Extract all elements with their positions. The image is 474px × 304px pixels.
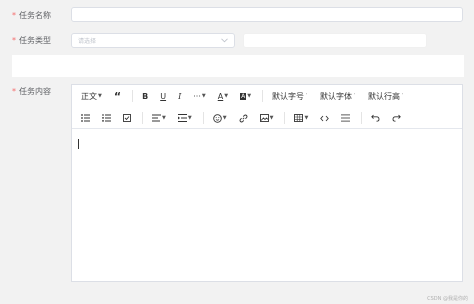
toolbar-divider — [361, 112, 363, 124]
caret-down-icon: ▼ — [224, 93, 229, 99]
toolbar-divider — [284, 112, 286, 124]
bulleted-list-button[interactable] — [76, 110, 95, 126]
watermark: CSDN @我是你的 — [427, 296, 468, 302]
caret-down-icon: ˙ — [305, 92, 309, 100]
line-height-dropdown[interactable]: 默认行高 ˙ — [363, 88, 409, 104]
indent-dropdown[interactable]: ▼ — [173, 110, 197, 126]
undo-button[interactable] — [366, 110, 385, 126]
background-color-icon: A — [240, 92, 247, 100]
image-icon — [259, 114, 269, 122]
italic-icon: I — [178, 91, 182, 101]
code-block-button[interactable] — [315, 110, 334, 126]
task-type-label: * 任务类型 — [12, 35, 51, 46]
code-icon — [320, 115, 330, 121]
bold-button[interactable]: B — [137, 88, 153, 104]
font-family-label: 默认字体 — [320, 91, 353, 101]
background-color-dropdown[interactable]: A ▼ — [235, 88, 256, 104]
task-type-label-text: 任务类型 — [19, 36, 51, 45]
insert-table-dropdown[interactable]: ▼ — [289, 110, 313, 126]
font-size-label: 默认字号 — [272, 91, 305, 101]
toolbar-row-2: ▼ ▼ ▼ ▼ ▼ — [72, 107, 462, 129]
redo-icon — [392, 114, 402, 122]
task-type-extra-field[interactable] — [243, 33, 427, 48]
toolbar-divider — [132, 90, 134, 102]
underline-button[interactable]: U — [155, 88, 171, 104]
toolbar-row-1: 正文 ▼ “ B U I ··· ▼ A ▼ A ▼ 默认字号 ˙ 默认字体 ˙… — [72, 85, 462, 107]
task-name-input[interactable] — [71, 7, 463, 22]
insert-link-button[interactable] — [234, 110, 253, 126]
task-type-placeholder: 请选择 — [78, 38, 97, 45]
task-content-label: * 任务内容 — [12, 86, 51, 97]
text-cursor — [78, 139, 79, 149]
numbered-list-icon — [102, 114, 111, 122]
font-color-dropdown[interactable]: A ▼ — [213, 88, 233, 104]
task-type-select[interactable]: 请选择 — [71, 33, 235, 48]
caret-down-icon: ˙ — [401, 92, 405, 100]
align-dropdown[interactable]: ▼ — [147, 110, 171, 126]
task-name-label-text: 任务名称 — [19, 11, 51, 20]
rich-text-editor: 正文 ▼ “ B U I ··· ▼ A ▼ A ▼ 默认字号 ˙ 默认字体 ˙… — [71, 84, 463, 282]
underline-icon: U — [160, 91, 167, 101]
numbered-list-button[interactable] — [97, 110, 116, 126]
caret-down-icon: ▼ — [187, 115, 192, 121]
task-content-label-text: 任务内容 — [19, 87, 51, 96]
caret-down-icon: ▼ — [98, 93, 102, 99]
chevron-down-icon — [220, 37, 228, 45]
insert-image-dropdown[interactable]: ▼ — [255, 110, 279, 126]
required-mark: * — [12, 87, 16, 96]
font-size-dropdown[interactable]: 默认字号 ˙ — [267, 88, 313, 104]
caret-down-icon: ▼ — [162, 115, 166, 121]
paragraph-format-label: 正文 — [81, 91, 97, 101]
indent-icon — [177, 114, 187, 122]
emoji-icon — [212, 113, 222, 123]
blockquote-button[interactable]: “ — [109, 88, 126, 104]
toolbar-divider — [202, 112, 204, 124]
horizontal-rule-icon — [341, 114, 351, 122]
caret-down-icon: ▼ — [222, 115, 227, 121]
paragraph-format-dropdown[interactable]: 正文 ▼ — [76, 88, 107, 104]
caret-down-icon: ˙ — [353, 92, 357, 100]
editor-toolbar: 正文 ▼ “ B U I ··· ▼ A ▼ A ▼ 默认字号 ˙ 默认字体 ˙… — [72, 85, 462, 129]
more-styles-dropdown[interactable]: ··· ▼ — [188, 88, 211, 104]
font-color-icon: A — [217, 91, 224, 101]
quote-icon: “ — [113, 89, 122, 103]
caret-down-icon: ▼ — [201, 93, 206, 99]
caret-down-icon: ▼ — [269, 115, 274, 121]
empty-form-panel — [12, 55, 464, 77]
italic-button[interactable]: I — [173, 88, 186, 104]
caret-down-icon: ▼ — [304, 115, 309, 121]
bulleted-list-icon — [81, 114, 90, 122]
undo-icon — [371, 114, 380, 122]
align-left-icon — [152, 114, 161, 122]
required-mark: * — [12, 11, 16, 20]
divider-button[interactable] — [336, 110, 355, 126]
table-icon — [294, 114, 304, 122]
caret-down-icon: ▼ — [247, 93, 252, 99]
emoji-dropdown[interactable]: ▼ — [208, 110, 232, 126]
task-name-label: * 任务名称 — [12, 10, 51, 21]
bold-icon: B — [142, 91, 149, 101]
redo-button[interactable] — [387, 110, 406, 126]
font-family-dropdown[interactable]: 默认字体 ˙ — [315, 88, 361, 104]
line-height-label: 默认行高 — [368, 91, 401, 101]
editor-content-area[interactable] — [72, 129, 462, 282]
toolbar-divider — [142, 112, 143, 124]
todo-list-button[interactable] — [118, 110, 136, 126]
required-mark: * — [12, 36, 16, 45]
checkbox-icon — [123, 114, 131, 122]
toolbar-divider — [262, 90, 264, 102]
link-icon — [239, 114, 248, 122]
more-icon: ··· — [193, 91, 201, 101]
